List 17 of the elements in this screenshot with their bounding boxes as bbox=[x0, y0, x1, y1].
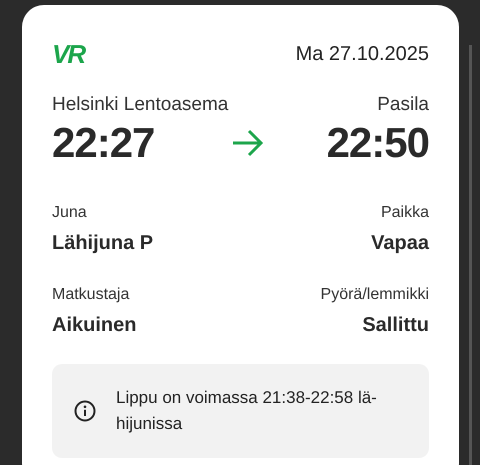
arrival-station: Pasila bbox=[377, 93, 429, 117]
detail-label: Juna bbox=[52, 202, 88, 222]
arrow-right-icon bbox=[230, 128, 264, 156]
info-icon bbox=[74, 400, 96, 422]
detail-label: Pyörä/lemmikki bbox=[320, 284, 429, 304]
notice-text: Lippu on voimassa 21:38-22:58 lä-hijunissa bbox=[116, 386, 378, 434]
detail-value: Vapaa bbox=[371, 232, 429, 254]
logo: VR bbox=[52, 41, 84, 67]
detail-value: Aikuinen bbox=[52, 314, 136, 336]
departure-time: 22:27 bbox=[52, 122, 154, 164]
detail-label: Paikka bbox=[380, 202, 429, 222]
travel-date: Ma 27.10.2025 bbox=[296, 42, 429, 67]
detail-value: Sallittu bbox=[362, 314, 429, 336]
departure-station: Helsinki Lentoasema bbox=[52, 93, 228, 117]
arrival-time: 22:50 bbox=[326, 122, 429, 164]
detail-value: Lähijuna P bbox=[52, 232, 154, 254]
detail-label: Matkustaja bbox=[52, 284, 130, 304]
